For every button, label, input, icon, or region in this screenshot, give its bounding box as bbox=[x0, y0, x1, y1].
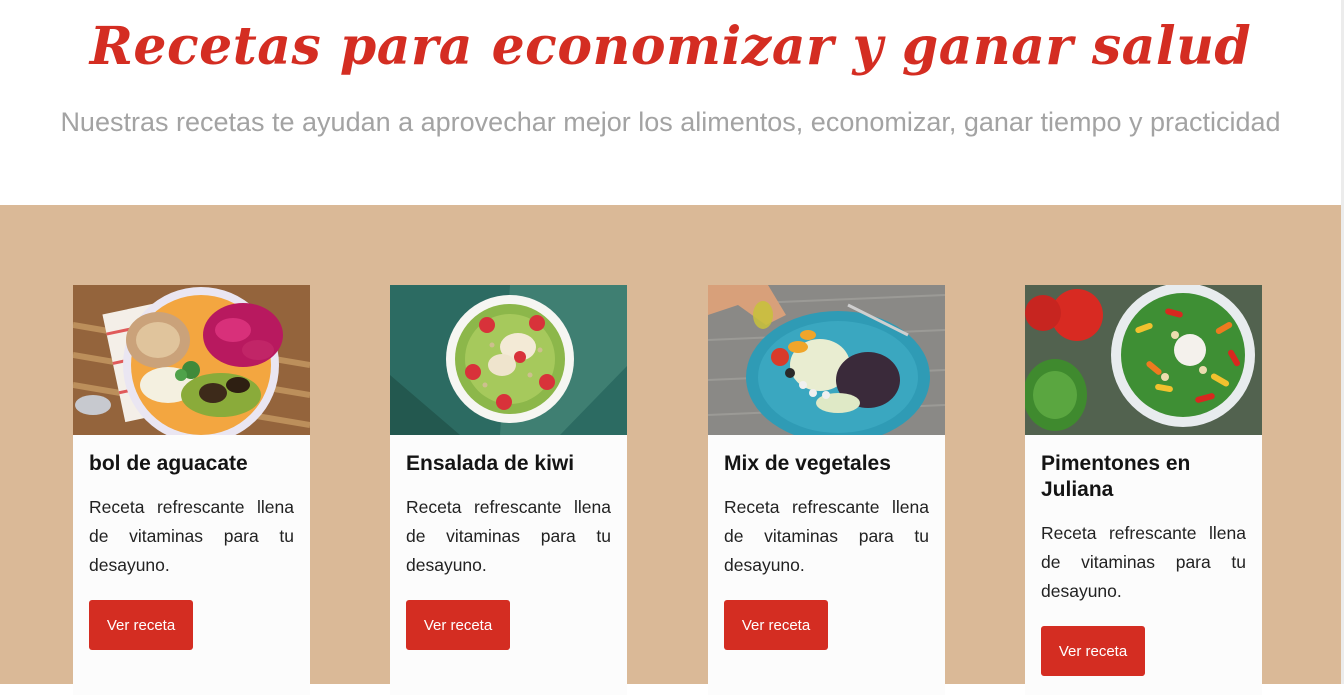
recipes-section: bol de aguacate Receta refrescante llena… bbox=[0, 205, 1341, 695]
recipe-image-avocado-bowl bbox=[73, 285, 310, 435]
recipe-card-julienne-peppers: Pimentones en Juliana Receta refrescante… bbox=[1025, 285, 1262, 695]
recipe-description: Receta refrescante llena de vitaminas pa… bbox=[89, 497, 294, 575]
recipe-card-avocado-bowl: bol de aguacate Receta refrescante llena… bbox=[73, 285, 310, 695]
recipe-title: bol de aguacate bbox=[89, 452, 248, 475]
recipe-description: Receta refrescante llena de vitaminas pa… bbox=[406, 497, 611, 575]
view-recipe-button[interactable]: Ver receta bbox=[1041, 626, 1145, 676]
page-subtitle: Nuestras recetas te ayudan a aprovechar … bbox=[60, 107, 1281, 137]
page-title: Recetas para economizar y ganar salud bbox=[89, 16, 1252, 77]
view-recipe-button[interactable]: Ver receta bbox=[724, 600, 828, 650]
recipe-card-vegetable-mix: Mix de vegetales Receta refrescante llen… bbox=[708, 285, 945, 695]
view-recipe-button[interactable]: Ver receta bbox=[89, 600, 193, 650]
recipe-image-kiwi-salad bbox=[390, 285, 627, 435]
recipe-image-vegetable-mix bbox=[708, 285, 945, 435]
recipe-description: Receta refrescante llena de vitaminas pa… bbox=[724, 497, 929, 575]
recipe-title: Ensalada de kiwi bbox=[406, 452, 575, 475]
recipe-description: Receta refrescante llena de vitaminas pa… bbox=[1041, 523, 1246, 601]
hero-header: Recetas para economizar y ganar salud Nu… bbox=[0, 0, 1341, 205]
recipe-title: Mix de vegetales bbox=[724, 452, 891, 475]
view-recipe-button[interactable]: Ver receta bbox=[406, 600, 510, 650]
recipe-title: Pimentones en Juliana bbox=[1041, 452, 1191, 501]
recipe-card-kiwi-salad: Ensalada de kiwi Receta refrescante llen… bbox=[390, 285, 627, 695]
recipe-image-julienne-peppers bbox=[1025, 285, 1262, 435]
